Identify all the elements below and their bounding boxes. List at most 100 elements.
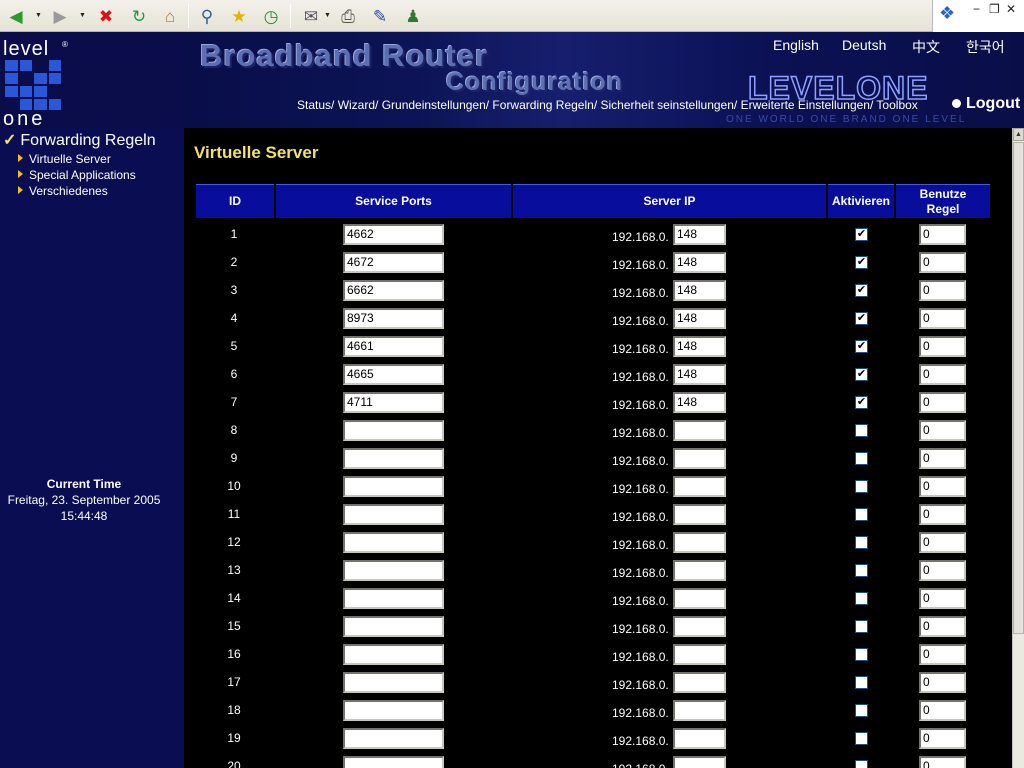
server-ip-input[interactable] (673, 420, 726, 441)
print-icon[interactable]: ⎙ (335, 3, 361, 29)
service-port-input[interactable] (343, 728, 444, 749)
service-port-input[interactable]: 6662 (343, 280, 444, 301)
server-ip-input[interactable] (673, 504, 726, 525)
benutze-regel-input[interactable]: 0 (919, 420, 966, 441)
service-port-input[interactable] (343, 448, 444, 469)
aktivieren-checkbox[interactable] (855, 424, 868, 437)
server-ip-input[interactable] (673, 672, 726, 693)
service-port-input[interactable] (343, 756, 444, 768)
home-icon[interactable]: ⌂ (157, 3, 183, 29)
service-port-input[interactable]: 4665 (343, 364, 444, 385)
benutze-regel-input[interactable]: 0 (919, 364, 966, 385)
benutze-regel-input[interactable]: 0 (919, 392, 966, 413)
mail-icon[interactable]: ✉ (298, 3, 324, 29)
back-dropdown-icon[interactable]: ▼ (35, 12, 43, 20)
benutze-regel-input[interactable]: 0 (919, 504, 966, 525)
aktivieren-checkbox[interactable] (855, 480, 868, 493)
benutze-regel-input[interactable]: 0 (919, 476, 966, 497)
language-deutsch[interactable]: Deutsh (842, 37, 886, 53)
service-port-input[interactable] (343, 616, 444, 637)
stop-icon[interactable]: ✖ (93, 3, 119, 29)
server-ip-input[interactable] (673, 728, 726, 749)
history-icon[interactable]: ◷ (258, 3, 284, 29)
scroll-thumb[interactable] (1013, 142, 1024, 634)
server-ip-input[interactable]: 148 (673, 308, 726, 329)
benutze-regel-input[interactable]: 0 (919, 588, 966, 609)
aktivieren-checkbox[interactable] (855, 648, 868, 661)
language-chinese[interactable]: 中文 (912, 37, 940, 57)
service-port-input[interactable] (343, 420, 444, 441)
benutze-regel-input[interactable]: 0 (919, 672, 966, 693)
benutze-regel-input[interactable]: 0 (919, 532, 966, 553)
aktivieren-checkbox[interactable]: ✔ (855, 340, 868, 353)
server-ip-input[interactable]: 148 (673, 224, 726, 245)
edit-icon[interactable]: ✎ (367, 3, 393, 29)
aktivieren-checkbox[interactable] (855, 676, 868, 689)
aktivieren-checkbox[interactable]: ✔ (855, 396, 868, 409)
service-port-input[interactable] (343, 672, 444, 693)
server-ip-input[interactable]: 148 (673, 252, 726, 273)
vertical-scrollbar[interactable]: ▲ (1012, 128, 1024, 768)
server-ip-input[interactable] (673, 560, 726, 581)
server-ip-input[interactable] (673, 644, 726, 665)
server-ip-input[interactable]: 148 (673, 280, 726, 301)
messenger-icon[interactable]: ♟ (400, 3, 426, 29)
service-port-input[interactable] (343, 504, 444, 525)
benutze-regel-input[interactable]: 0 (919, 224, 966, 245)
sidebar-item-virtuelle-server[interactable]: Virtuelle Server (18, 152, 111, 166)
benutze-regel-input[interactable]: 0 (919, 336, 966, 357)
server-ip-input[interactable]: 148 (673, 336, 726, 357)
aktivieren-checkbox[interactable] (855, 508, 868, 521)
benutze-regel-input[interactable]: 0 (919, 448, 966, 469)
server-ip-input[interactable] (673, 588, 726, 609)
benutze-regel-input[interactable]: 0 (919, 280, 966, 301)
server-ip-input[interactable] (673, 756, 726, 768)
sidebar-item-verschiedenes[interactable]: Verschiedenes (18, 184, 108, 198)
aktivieren-checkbox[interactable] (855, 620, 868, 633)
main-navigation[interactable]: Status/ Wizard/ Grundeinstellungen/ Forw… (297, 98, 918, 112)
service-port-input[interactable] (343, 588, 444, 609)
server-ip-input[interactable] (673, 476, 726, 497)
server-ip-input[interactable] (673, 448, 726, 469)
benutze-regel-input[interactable]: 0 (919, 560, 966, 581)
service-port-input[interactable]: 4672 (343, 252, 444, 273)
restore-icon[interactable]: ❐ (989, 2, 1000, 16)
favorites-icon[interactable]: ★ (226, 3, 252, 29)
benutze-regel-input[interactable]: 0 (919, 252, 966, 273)
server-ip-input[interactable] (673, 532, 726, 553)
server-ip-input[interactable]: 148 (673, 364, 726, 385)
forward-icon[interactable]: ▶ (47, 3, 73, 29)
aktivieren-checkbox[interactable] (855, 592, 868, 605)
service-port-input[interactable] (343, 560, 444, 581)
logout-button[interactable]: Logout (952, 95, 1020, 113)
server-ip-input[interactable] (673, 700, 726, 721)
aktivieren-checkbox[interactable] (855, 452, 868, 465)
benutze-regel-input[interactable]: 0 (919, 728, 966, 749)
language-korean[interactable]: 한국어 (966, 37, 1005, 57)
aktivieren-checkbox[interactable] (855, 704, 868, 717)
close-icon[interactable]: ✕ (1006, 2, 1016, 16)
aktivieren-checkbox[interactable]: ✔ (855, 256, 868, 269)
server-ip-input[interactable] (673, 616, 726, 637)
aktivieren-checkbox[interactable] (855, 760, 868, 768)
benutze-regel-input[interactable]: 0 (919, 756, 966, 768)
minimize-icon[interactable]: − (973, 2, 980, 16)
benutze-regel-input[interactable]: 0 (919, 308, 966, 329)
service-port-input[interactable]: 8973 (343, 308, 444, 329)
mail-dropdown-icon[interactable]: ▼ (324, 12, 332, 20)
benutze-regel-input[interactable]: 0 (919, 616, 966, 637)
service-port-input[interactable]: 4661 (343, 336, 444, 357)
server-ip-input[interactable]: 148 (673, 392, 726, 413)
aktivieren-checkbox[interactable]: ✔ (855, 312, 868, 325)
aktivieren-checkbox[interactable] (855, 564, 868, 577)
aktivieren-checkbox[interactable] (855, 732, 868, 745)
back-icon[interactable]: ◀ (3, 3, 29, 29)
service-port-input[interactable] (343, 644, 444, 665)
forward-dropdown-icon[interactable]: ▼ (79, 12, 87, 20)
language-english[interactable]: English (773, 37, 819, 53)
refresh-icon[interactable]: ↻ (126, 3, 152, 29)
search-icon[interactable]: ⚲ (194, 3, 220, 29)
scroll-up-icon[interactable]: ▲ (1013, 128, 1024, 141)
aktivieren-checkbox[interactable]: ✔ (855, 284, 868, 297)
aktivieren-checkbox[interactable]: ✔ (855, 368, 868, 381)
